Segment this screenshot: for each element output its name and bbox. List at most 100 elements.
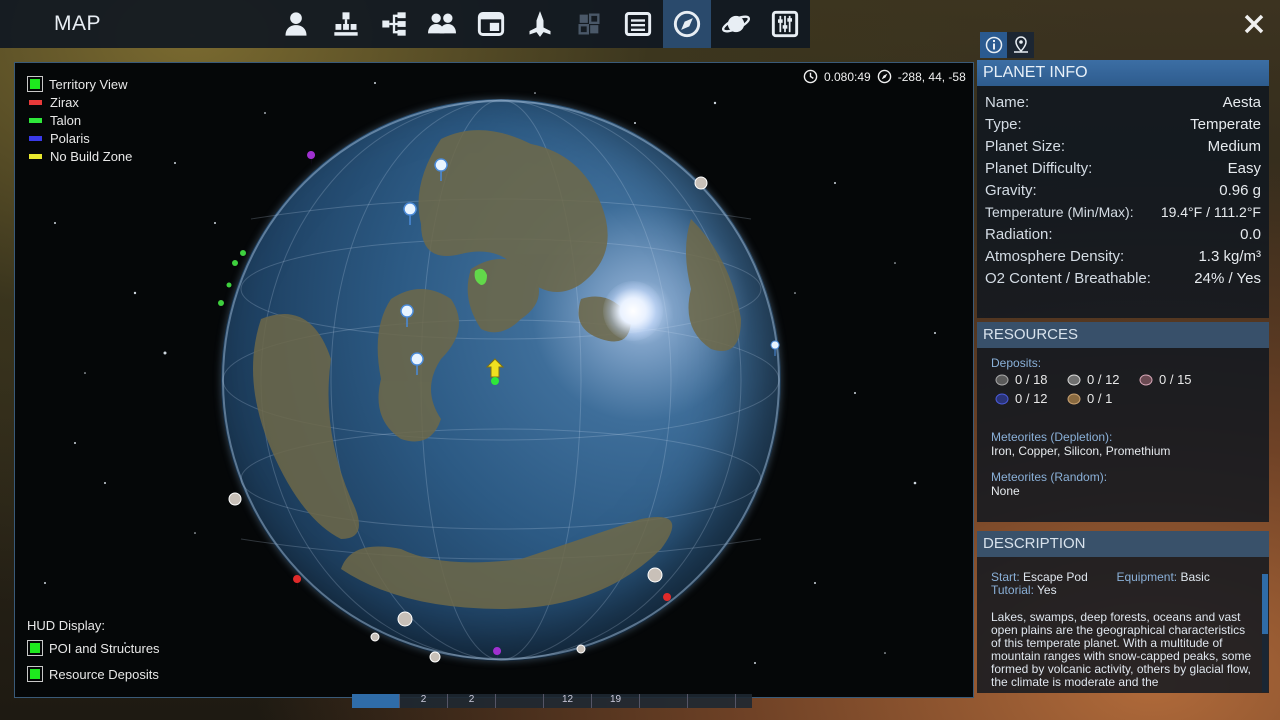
hud-poi-label: POI and Structures xyxy=(49,640,160,656)
deposit-count: 0 / 1 xyxy=(1087,391,1113,406)
info-key: Atmosphere Density: xyxy=(985,248,1125,265)
scrollbar-thumb[interactable] xyxy=(1262,574,1268,634)
resources-panel: RESOURCES Deposits: 0 / 18 0 / 12 0 / 15… xyxy=(977,322,1269,522)
equipment-value: Basic xyxy=(1180,570,1210,584)
info-value: 19.4°F / 111.2°F xyxy=(1160,204,1261,220)
map-clock: 0.080:49 -288, 44, -58 xyxy=(803,69,966,84)
hotbar-slot[interactable]: 2 xyxy=(448,694,496,708)
info-row: Name: Aesta xyxy=(977,94,1269,116)
factory-icon[interactable] xyxy=(322,0,370,48)
hotbar-slot[interactable] xyxy=(688,694,736,708)
planet-info-header: PLANET INFO xyxy=(977,60,1269,86)
hotbar-slot[interactable]: 2 xyxy=(400,694,448,708)
hotbar-slot[interactable]: 12 xyxy=(544,694,592,708)
tech-tree-icon[interactable] xyxy=(370,0,418,48)
info-value: 24% / Yes xyxy=(1194,270,1261,287)
hud-resource-toggle[interactable]: Resource Deposits xyxy=(27,661,160,687)
registry-icon[interactable] xyxy=(467,0,515,48)
side-tabs xyxy=(980,32,1034,58)
map-markers xyxy=(218,151,780,663)
info-icon[interactable] xyxy=(980,32,1007,58)
info-row: Temperature (Min/Max): 19.4°F / 111.2°F xyxy=(977,204,1269,226)
log-icon[interactable] xyxy=(614,0,662,48)
planet-info-panel: PLANET INFO Name: Aesta Type: Temperate Pl… xyxy=(977,60,1269,318)
close-icon[interactable] xyxy=(1232,4,1276,44)
legend-label: Talon xyxy=(50,112,82,128)
poi-marker xyxy=(400,158,448,376)
territory-view-label: Territory View xyxy=(49,76,128,92)
deposit-count: 0 / 12 xyxy=(1087,372,1120,387)
description-text: Lakes, swamps, deep forests, oceans and … xyxy=(991,610,1252,689)
ship-icon[interactable] xyxy=(516,0,564,48)
deposit-count: 0 / 15 xyxy=(1159,372,1192,387)
start-value: Escape Pod xyxy=(1023,570,1088,584)
hotbar-slot[interactable] xyxy=(496,694,544,708)
ore-white-icon xyxy=(1067,374,1081,385)
info-value: 1.3 kg/m³ xyxy=(1198,248,1261,265)
meteor-random-label: Meteorites (Random): xyxy=(991,470,1108,484)
info-value: Temperate xyxy=(1190,116,1261,133)
info-value: Medium xyxy=(1207,138,1261,155)
info-row: Type: Temperate xyxy=(977,116,1269,138)
info-key: Radiation: xyxy=(985,226,1053,243)
hotbar-slot[interactable] xyxy=(352,694,400,708)
info-row: O2 Content / Breathable: 24% / Yes xyxy=(977,270,1269,292)
info-row: Planet Size: Medium xyxy=(977,138,1269,160)
info-key: Temperature (Min/Max): xyxy=(985,204,1134,220)
deposit-count: 0 / 12 xyxy=(1015,391,1048,406)
info-row: Gravity: 0.96 g xyxy=(977,182,1269,204)
player-icon[interactable] xyxy=(272,0,320,48)
tutorial-value: Yes xyxy=(1037,583,1057,597)
deposits-label: Deposits: xyxy=(991,356,1042,370)
equipment-label: Equipment: xyxy=(1116,570,1178,584)
info-key: Type: xyxy=(985,116,1022,133)
resources-header: RESOURCES xyxy=(977,322,1269,348)
territory-marker xyxy=(474,268,487,285)
page-title: MAP xyxy=(54,12,102,35)
info-row: Radiation: 0.0 xyxy=(977,226,1269,248)
deposit-item: 0 / 18 xyxy=(995,372,1051,387)
info-value: 0.0 xyxy=(1240,226,1261,243)
map-view[interactable]: 0.080:49 -288, 44, -58 Territory View Zi… xyxy=(14,62,974,698)
coords-value: -288, 44, -58 xyxy=(897,69,966,84)
ore-grey-icon xyxy=(995,374,1009,385)
deposit-item: 0 / 12 xyxy=(995,391,1051,406)
faction-icon[interactable] xyxy=(418,0,466,48)
compass-icon xyxy=(877,69,892,84)
settings-icon[interactable] xyxy=(761,0,809,48)
hud-display: HUD Display: POI and Structures Resource… xyxy=(27,615,160,687)
start-label: Start: xyxy=(991,570,1020,584)
info-value: Aesta xyxy=(1222,94,1261,111)
checkbox[interactable] xyxy=(27,640,43,656)
deposit-list: 0 / 18 0 / 12 0 / 15 0 / 12 0 / 1 xyxy=(977,370,1269,408)
territory-view-toggle[interactable]: Territory View xyxy=(27,75,132,93)
hotbar-slot[interactable] xyxy=(640,694,688,708)
legend-label: Zirax xyxy=(50,94,79,110)
info-key: Name: xyxy=(985,94,1030,111)
hotbar-slot[interactable]: 19 xyxy=(592,694,640,708)
info-key: Gravity: xyxy=(985,182,1037,199)
meteor-depletion-value: Iron, Copper, Silicon, Promethium xyxy=(991,444,1171,458)
blueprint-icon[interactable] xyxy=(565,0,613,48)
checkbox[interactable] xyxy=(27,76,43,92)
map-compass-icon[interactable] xyxy=(663,0,711,48)
galaxy-icon[interactable] xyxy=(712,0,760,48)
info-value: 0.96 g xyxy=(1219,182,1261,199)
info-value: Easy xyxy=(1227,160,1261,177)
checkbox[interactable] xyxy=(27,666,43,682)
hotbar-strip: 2 2 12 19 xyxy=(352,694,752,708)
tutorial-label: Tutorial: xyxy=(991,583,1034,597)
map-pin-icon[interactable] xyxy=(1007,32,1034,58)
description-panel: DESCRIPTION Start: Escape Pod Equipment:… xyxy=(977,531,1269,693)
legend-item-polaris: Polaris xyxy=(27,129,132,147)
ore-brown-icon xyxy=(1067,393,1081,404)
description-scrollbar[interactable] xyxy=(1262,574,1268,692)
deposit-item: 0 / 12 xyxy=(1067,372,1123,387)
deposit-item: 0 / 1 xyxy=(1067,391,1123,406)
clock-value: 0.080:49 xyxy=(824,69,871,84)
description-header: DESCRIPTION xyxy=(977,531,1269,557)
hud-poi-toggle[interactable]: POI and Structures xyxy=(27,635,160,661)
info-key: Planet Difficulty: xyxy=(985,160,1093,177)
clock-icon xyxy=(803,69,818,84)
start-info: Start: Escape Pod Equipment: Basic Tutor… xyxy=(977,571,1269,597)
